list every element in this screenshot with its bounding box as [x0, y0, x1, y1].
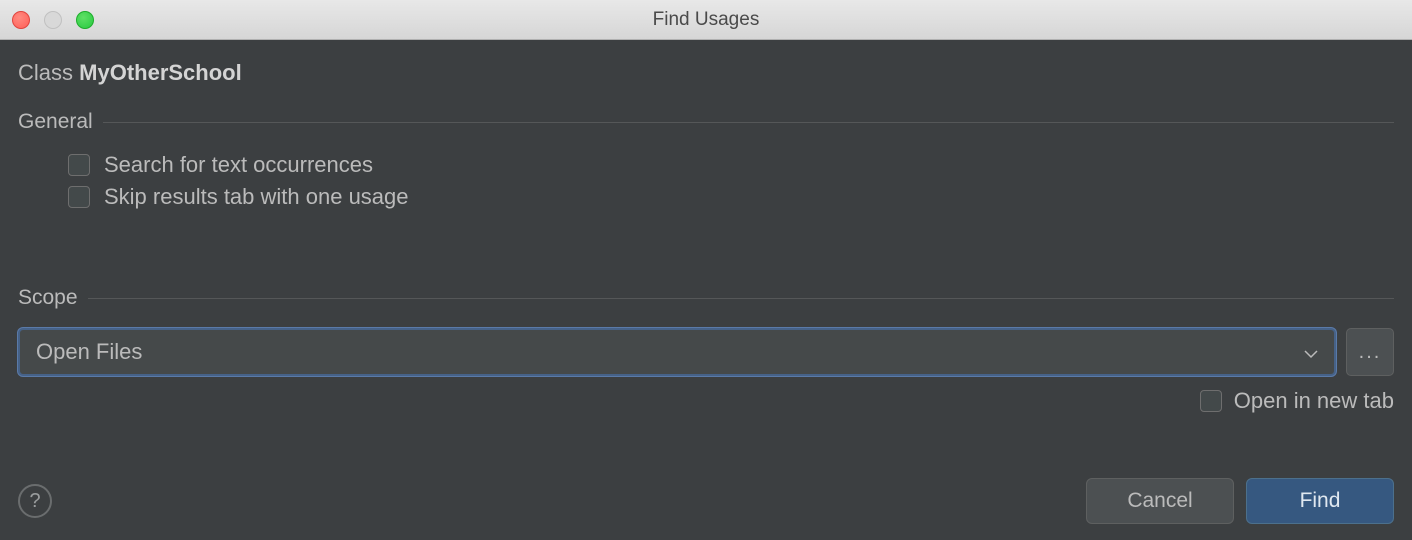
chevron-down-icon — [1304, 339, 1318, 365]
scope-label: Scope — [18, 286, 78, 310]
scope-selected-value: Open Files — [36, 339, 142, 365]
cancel-button[interactable]: Cancel — [1086, 478, 1234, 524]
search-text-occurrences-checkbox[interactable] — [68, 154, 90, 176]
footer-buttons: Cancel Find — [1086, 478, 1394, 524]
separator-line — [88, 298, 1394, 299]
scope-dropdown[interactable]: Open Files — [18, 328, 1336, 376]
search-text-occurrences-row[interactable]: Search for text occurrences — [68, 152, 1394, 178]
general-label: General — [18, 110, 93, 134]
skip-results-tab-row[interactable]: Skip results tab with one usage — [68, 184, 1394, 210]
find-button[interactable]: Find — [1246, 478, 1394, 524]
window-controls — [12, 11, 94, 29]
find-button-label: Find — [1300, 489, 1341, 513]
open-new-tab-row[interactable]: Open in new tab — [18, 388, 1394, 414]
maximize-window-icon[interactable] — [76, 11, 94, 29]
cancel-button-label: Cancel — [1127, 489, 1192, 513]
skip-results-tab-label: Skip results tab with one usage — [104, 184, 409, 210]
target-name: MyOtherSchool — [79, 60, 242, 85]
minimize-window-icon[interactable] — [44, 11, 62, 29]
search-text-occurrences-label: Search for text occurrences — [104, 152, 373, 178]
scope-row: Open Files ... — [18, 328, 1394, 376]
separator-line — [103, 122, 1394, 123]
scope-section: Scope Open Files ... Open in new tab — [18, 286, 1394, 434]
general-section: General Search for text occurrences Skip… — [18, 110, 1394, 216]
ellipsis-icon: ... — [1359, 341, 1382, 364]
skip-results-tab-checkbox[interactable] — [68, 186, 90, 208]
open-new-tab-checkbox[interactable] — [1200, 390, 1222, 412]
target-description: Class MyOtherSchool — [18, 60, 1394, 86]
window-title: Find Usages — [653, 9, 760, 31]
help-icon: ? — [29, 490, 40, 513]
general-section-header: General — [18, 110, 1394, 134]
dialog-content: Class MyOtherSchool General Search for t… — [0, 40, 1412, 540]
dialog-footer: ? Cancel Find — [18, 478, 1394, 524]
target-prefix: Class — [18, 60, 73, 85]
titlebar: Find Usages — [0, 0, 1412, 40]
help-button[interactable]: ? — [18, 484, 52, 518]
scope-section-header: Scope — [18, 286, 1394, 310]
open-new-tab-label: Open in new tab — [1234, 388, 1394, 414]
scope-browse-button[interactable]: ... — [1346, 328, 1394, 376]
close-window-icon[interactable] — [12, 11, 30, 29]
